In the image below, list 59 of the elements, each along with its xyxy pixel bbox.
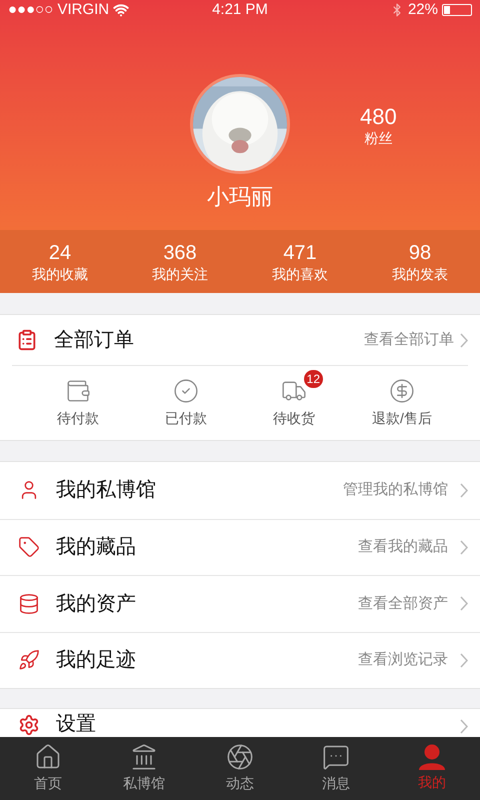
tab-item[interactable]: 首页: [0, 737, 96, 800]
rocket-icon: [18, 649, 40, 672]
chevron-icon: [460, 596, 468, 612]
tag-icon: [18, 536, 40, 558]
settings-row[interactable]: 设置: [0, 708, 480, 737]
menu-row[interactable]: 我的藏品 查看我的藏品: [0, 518, 480, 575]
carrier-text: ●●●○○ VIRGIN: [8, 0, 110, 20]
home-icon: [34, 743, 62, 771]
tab-item[interactable]: 消息: [288, 737, 384, 800]
aperture-icon: [226, 743, 254, 771]
stat-value: 98: [408, 240, 432, 264]
menu-title: 我的私博馆: [56, 478, 156, 504]
user-name: 小玛丽: [207, 183, 273, 211]
tab-item[interactable]: 动态: [192, 737, 288, 800]
menu-row[interactable]: 我的足迹 查看浏览记录: [0, 632, 480, 688]
settings-icon: [18, 714, 40, 736]
stat-value: 368: [163, 240, 197, 264]
settings-title: 设置: [56, 712, 96, 736]
fans-count: 480: [360, 104, 397, 130]
battery-icon: [442, 4, 472, 16]
stat-label: 我的关注: [152, 264, 208, 282]
menu-row[interactable]: 我的私博馆 管理我的私博馆: [0, 462, 480, 518]
stat-value: 24: [48, 240, 72, 264]
time-text: 4:21 PM: [212, 0, 268, 20]
stat-value: 471: [283, 240, 317, 264]
chevron-icon: [460, 719, 468, 734]
database-icon: [18, 592, 40, 615]
wallet-icon: [65, 378, 91, 404]
menu-title: 我的藏品: [56, 535, 136, 560]
menu-link: 管理我的私博馆: [343, 480, 448, 500]
stat-label: 我的发表: [392, 264, 448, 282]
order-status-button[interactable]: 退款/售后: [348, 366, 456, 440]
menu-link: 查看我的藏品: [358, 537, 448, 557]
view-all-orders-link[interactable]: 查看全部订单: [364, 328, 468, 352]
chevron-icon: [460, 652, 468, 668]
fans-label: 粉丝: [364, 130, 392, 146]
person-icon: [418, 744, 446, 770]
check-circle-icon: [173, 378, 199, 404]
menu-title: 我的资产: [56, 592, 136, 617]
stat-label: 我的收藏: [32, 264, 88, 282]
tab-item[interactable]: 私博馆: [96, 737, 192, 800]
museum-icon: [130, 743, 158, 771]
chevron-icon: [460, 540, 468, 555]
menu-row[interactable]: 我的资产 查看全部资产: [0, 575, 480, 632]
order-status-button[interactable]: 待付款: [24, 366, 132, 440]
clipboard-icon: [16, 329, 38, 351]
chevron-icon: [460, 332, 468, 348]
menu-link: 查看全部资产: [358, 594, 448, 614]
orders-title: 全部订单: [54, 328, 134, 353]
chevron-icon: [460, 482, 468, 498]
stat-label: 我的喜欢: [272, 264, 328, 282]
order-status-button[interactable]: 12 待收货: [240, 366, 348, 440]
menu-title: 我的足迹: [56, 648, 136, 674]
battery-percent: 22%: [408, 0, 438, 20]
wifi-icon: [113, 2, 130, 18]
order-status-button[interactable]: 已付款: [132, 366, 240, 440]
message-icon: [322, 743, 350, 771]
count-badge: 12: [304, 370, 323, 388]
menu-link: 查看浏览记录: [358, 650, 448, 670]
